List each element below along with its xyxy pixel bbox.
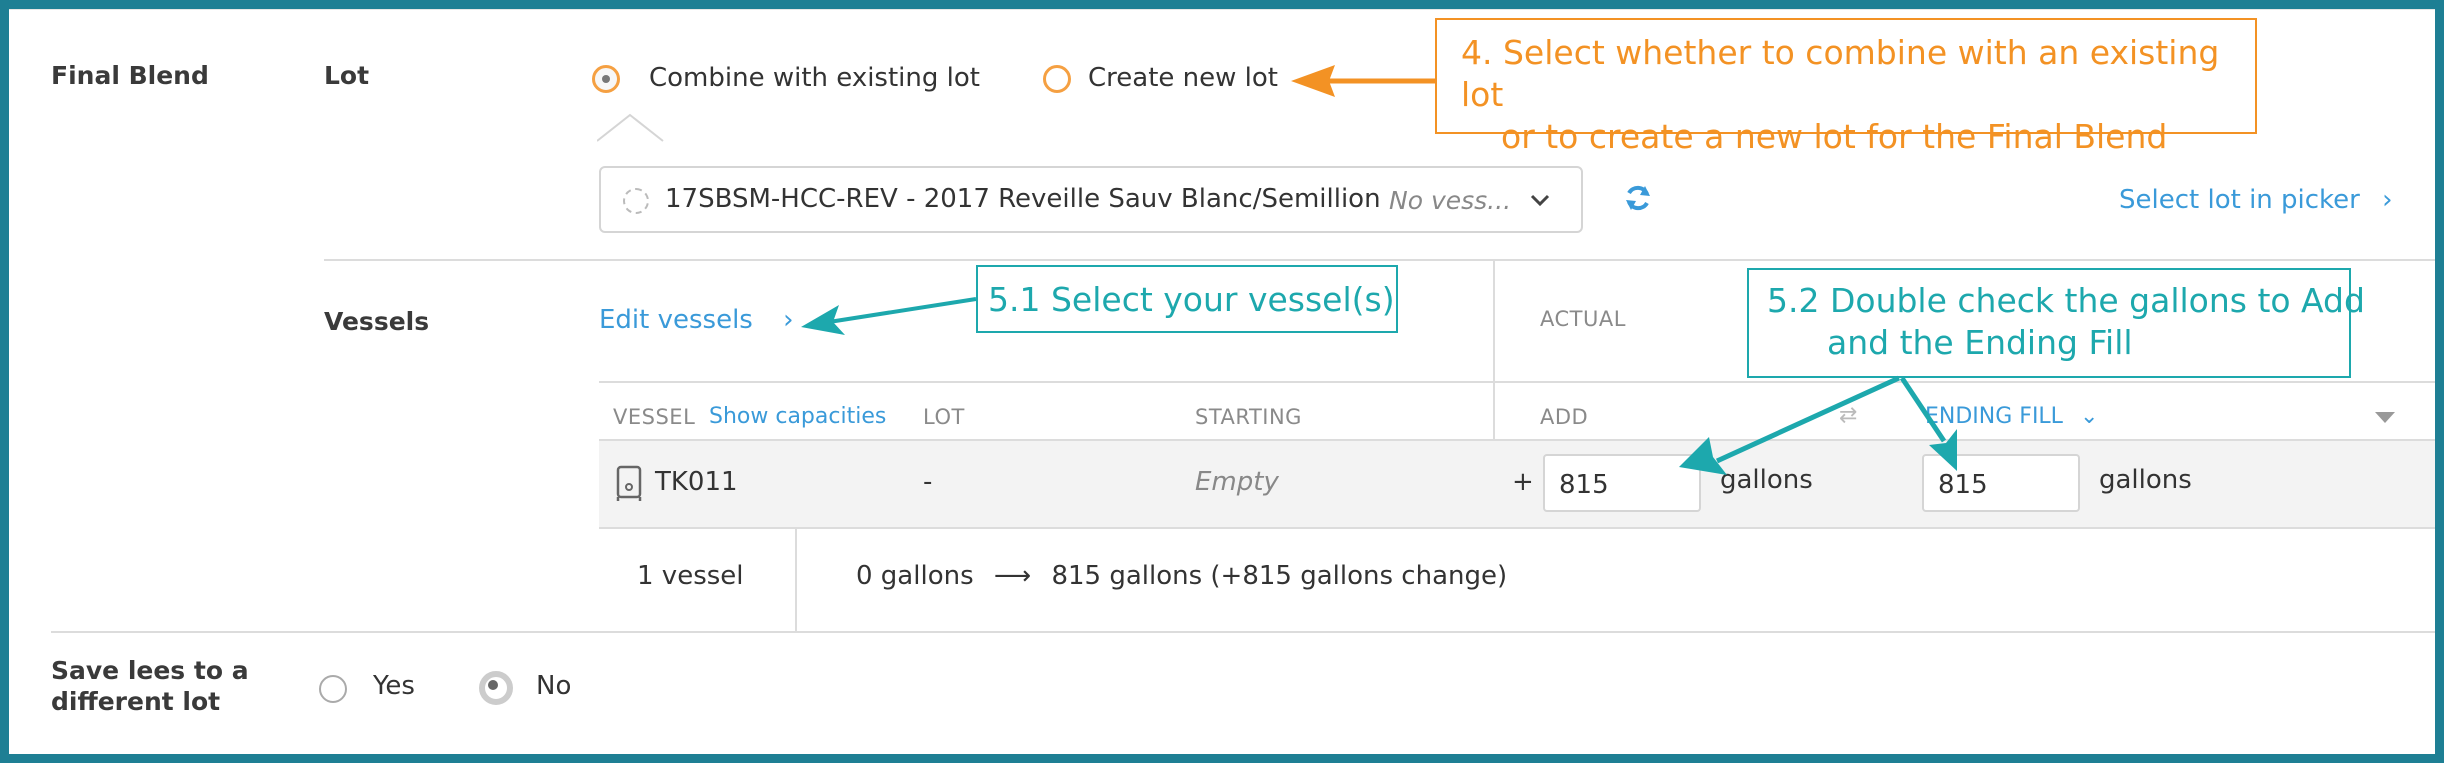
add-gallons-input[interactable]: 815 xyxy=(1543,454,1701,512)
chevron-down-icon: ⌄ xyxy=(2079,404,2099,429)
vessels-lees-divider xyxy=(51,631,2435,633)
starting-column-header: STARTING xyxy=(1195,405,1302,429)
step52-callout: 5.2 Double check the gallons to Add and … xyxy=(1747,268,2365,378)
lot-column-header: LOT xyxy=(923,405,965,429)
actual-header: ACTUAL xyxy=(1540,307,1626,331)
step52-callout-line1: 5.2 Double check the gallons to Add xyxy=(1767,281,2365,320)
final-blend-panel: Final Blend Lot Combine with existing lo… xyxy=(9,9,2435,754)
combine-existing-radio[interactable] xyxy=(592,65,620,93)
lot-status-icon xyxy=(623,188,649,214)
create-new-lot-radio[interactable] xyxy=(1043,65,1071,93)
row-bottom-line xyxy=(599,527,2435,529)
table-header-top-line xyxy=(599,381,2435,383)
gallons-summary: 0 gallons ⟶ 815 gallons (+815 gallons ch… xyxy=(856,561,1507,591)
lot-select-value: 17SBSM-HCC-REV - 2017 Reveille Sauv Blan… xyxy=(665,184,1381,214)
summary-divider xyxy=(795,527,797,631)
select-lot-in-picker-label: Select lot in picker xyxy=(2119,185,2360,215)
plus-sign: + xyxy=(1512,467,1534,497)
add-column-header: ADD xyxy=(1540,405,1589,429)
ending-fill-column-header[interactable]: ENDING FILL ⌄ xyxy=(1925,404,2098,429)
refresh-icon[interactable] xyxy=(1623,183,1653,213)
combine-existing-label[interactable]: Combine with existing lot xyxy=(649,63,980,93)
select-lot-in-picker-link[interactable]: Select lot in picker › xyxy=(2119,185,2393,215)
lees-yes-label[interactable]: Yes xyxy=(373,671,415,701)
ending-fill-input[interactable]: 815 xyxy=(1922,454,2080,512)
vessels-label: Vessels xyxy=(324,307,430,336)
ending-unit-label: gallons xyxy=(2099,465,2192,495)
chevron-right-icon: › xyxy=(2382,185,2393,215)
lees-no-label[interactable]: No xyxy=(536,671,571,701)
edit-vessels-link[interactable]: Edit vessels › xyxy=(599,305,794,335)
lot-vessels-divider xyxy=(324,259,2435,261)
vessel-count: 1 vessel xyxy=(637,561,744,591)
show-capacities-link[interactable]: Show capacities xyxy=(709,404,886,429)
step4-callout: 4. Select whether to combine with an exi… xyxy=(1435,18,2257,156)
vessel-cell[interactable]: TK011 xyxy=(655,467,738,497)
step52-callout-line2: and the Ending Fill xyxy=(1827,323,2133,362)
top-divider xyxy=(9,9,2435,10)
ending-fill-label: ENDING FILL xyxy=(1925,404,2063,429)
chevron-right-icon: › xyxy=(783,305,794,335)
vessel-column-header: VESSEL xyxy=(613,405,696,429)
arrow-right-icon: ⟶ xyxy=(993,561,1032,591)
tank-icon xyxy=(616,465,642,501)
starting-cell: Empty xyxy=(1195,467,1279,497)
swap-icon[interactable]: ⇄ xyxy=(1839,403,1857,428)
final-blend-label: Final Blend xyxy=(51,61,209,90)
lot-label: Lot xyxy=(324,61,370,90)
column-menu-caret-icon[interactable] xyxy=(2373,409,2397,425)
lees-yes-radio[interactable] xyxy=(319,675,347,703)
gallons-from: 0 gallons xyxy=(856,561,974,591)
step4-arrow-icon xyxy=(1291,65,1435,97)
edit-vessels-label: Edit vessels xyxy=(599,305,753,335)
selection-caret-icon xyxy=(597,113,664,142)
step4-callout-line1: 4. Select whether to combine with an exi… xyxy=(1461,33,2220,114)
lot-select-dropdown[interactable]: 17SBSM-HCC-REV - 2017 Reveille Sauv Blan… xyxy=(599,166,1583,233)
row-top-line xyxy=(599,439,2435,441)
save-lees-label-line1: Save lees to a xyxy=(51,656,249,685)
step51-arrow-icon xyxy=(801,297,977,335)
step4-callout-line2: or to create a new lot for the Final Ble… xyxy=(1501,117,2168,156)
lot-vessel-hint: No vess... xyxy=(1389,186,1512,215)
step51-callout: 5.1 Select your vessel(s) xyxy=(976,265,1398,333)
save-lees-label: Save lees to a different lot xyxy=(51,655,249,717)
lees-no-radio[interactable] xyxy=(479,671,513,705)
chevron-down-icon xyxy=(1530,194,1550,207)
add-unit-label: gallons xyxy=(1720,465,1813,495)
create-new-lot-label[interactable]: Create new lot xyxy=(1088,63,1278,93)
gallons-to: 815 gallons (+815 gallons change) xyxy=(1051,561,1508,591)
lot-cell: - xyxy=(923,467,933,497)
save-lees-label-line2: different lot xyxy=(51,687,221,716)
